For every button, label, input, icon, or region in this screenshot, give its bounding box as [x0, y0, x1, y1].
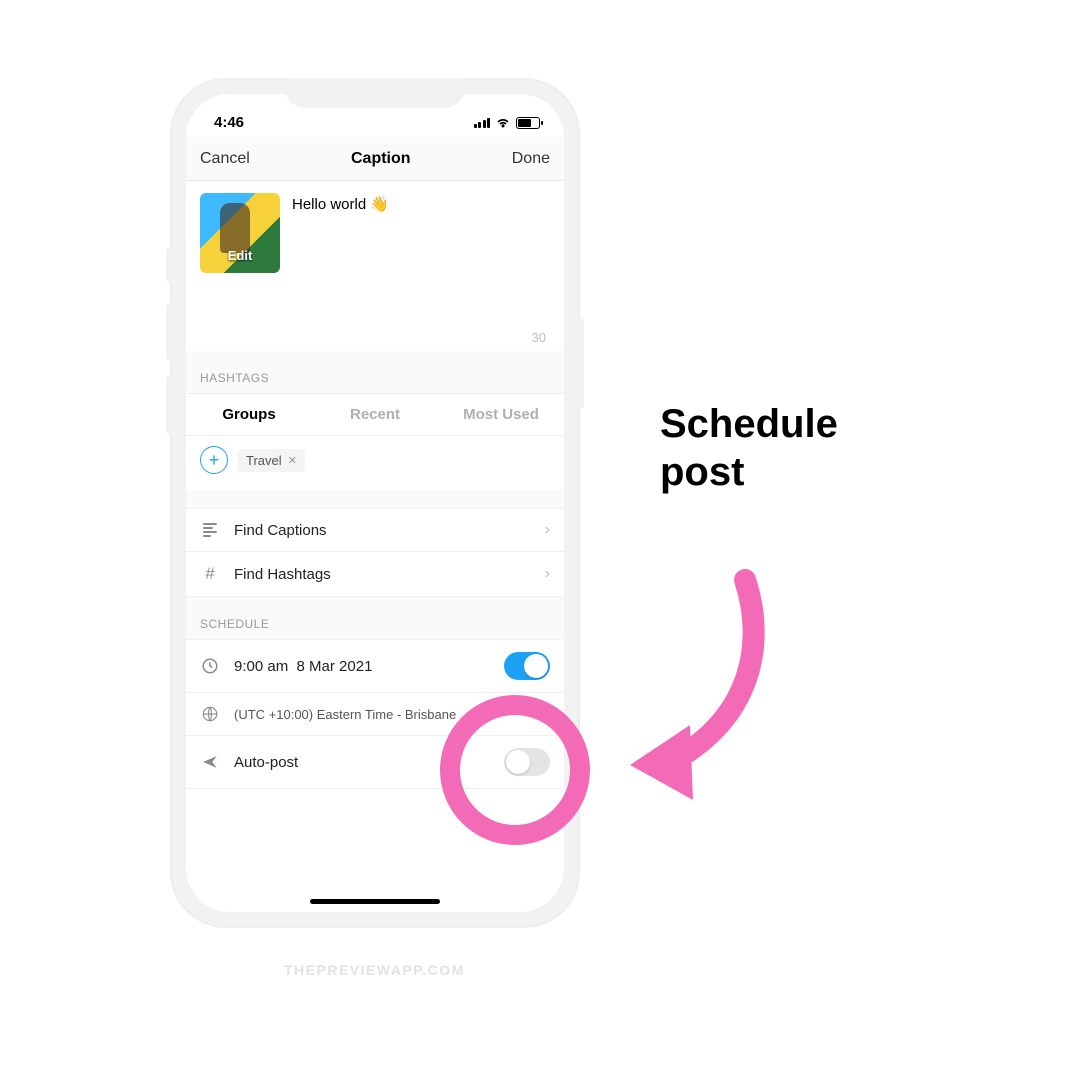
caption-input[interactable]: Hello world 👋: [292, 193, 389, 273]
chevron-right-icon: ›: [545, 565, 550, 583]
signal-icon: [474, 118, 491, 128]
hashtag-tabs: Groups Recent Most Used: [186, 393, 564, 436]
autopost-label: Auto-post: [234, 754, 490, 771]
remove-tag-icon[interactable]: ✕: [288, 454, 297, 467]
cancel-button[interactable]: Cancel: [200, 150, 250, 168]
timezone-row[interactable]: (UTC +10:00) Eastern Time - Brisbane ›: [186, 693, 564, 736]
find-hashtags-row[interactable]: # Find Hashtags ›: [186, 552, 564, 597]
schedule-time-label: 9:00 am 8 Mar 2021: [234, 658, 490, 675]
autopost-toggle[interactable]: [504, 748, 550, 776]
hashtag-group-label: Travel: [246, 453, 282, 468]
tab-most-used[interactable]: Most Used: [438, 394, 564, 435]
phone-notch: [285, 78, 465, 108]
globe-icon: [200, 705, 220, 723]
tab-recent[interactable]: Recent: [312, 394, 438, 435]
list-icon: [200, 521, 220, 539]
edit-thumbnail-label[interactable]: Edit: [200, 248, 280, 263]
hashtag-group-pill[interactable]: Travel ✕: [238, 449, 305, 472]
post-thumbnail[interactable]: Edit: [200, 193, 280, 273]
find-captions-label: Find Captions: [234, 522, 531, 539]
hashtag-counter: 30: [532, 330, 546, 345]
timezone-label: (UTC +10:00) Eastern Time - Brisbane: [234, 707, 531, 722]
caption-section: Edit Hello world 👋 30: [186, 181, 564, 351]
find-hashtags-label: Find Hashtags: [234, 566, 531, 583]
phone-side-button: [166, 303, 172, 361]
chevron-right-icon: ›: [545, 521, 550, 539]
hashtags-section-title: HASHTAGS: [186, 351, 564, 393]
send-icon: [200, 753, 220, 771]
page-title: Caption: [351, 150, 411, 168]
schedule-time-row[interactable]: 9:00 am 8 Mar 2021: [186, 639, 564, 693]
battery-icon: [516, 117, 540, 129]
hashtag-group-row: + Travel ✕: [186, 436, 564, 490]
phone-side-button: [166, 376, 172, 434]
phone-side-button: [578, 318, 584, 408]
wifi-icon: [495, 117, 511, 129]
schedule-section-title: SCHEDULE: [186, 597, 564, 639]
schedule-toggle[interactable]: [504, 652, 550, 680]
find-captions-row[interactable]: Find Captions ›: [186, 508, 564, 552]
chevron-right-icon: ›: [545, 705, 550, 723]
hashtag-icon: #: [200, 564, 220, 584]
watermark: THEPREVIEWAPP.COM: [284, 962, 465, 978]
phone-screen: 4:46 Cancel Caption Done Edit Hello worl…: [186, 94, 564, 912]
status-time: 4:46: [214, 114, 244, 131]
home-indicator: [310, 899, 440, 904]
clock-icon: [200, 657, 220, 675]
add-hashtag-group-button[interactable]: +: [200, 446, 228, 474]
tab-groups[interactable]: Groups: [186, 394, 312, 435]
phone-frame: 4:46 Cancel Caption Done Edit Hello worl…: [170, 78, 580, 928]
done-button[interactable]: Done: [512, 150, 550, 168]
nav-bar: Cancel Caption Done: [186, 137, 564, 181]
phone-side-button: [166, 248, 172, 282]
annotation-callout: Schedule post: [660, 400, 838, 496]
autopost-row[interactable]: Auto-post: [186, 736, 564, 789]
annotation-arrow-icon: [575, 550, 795, 830]
